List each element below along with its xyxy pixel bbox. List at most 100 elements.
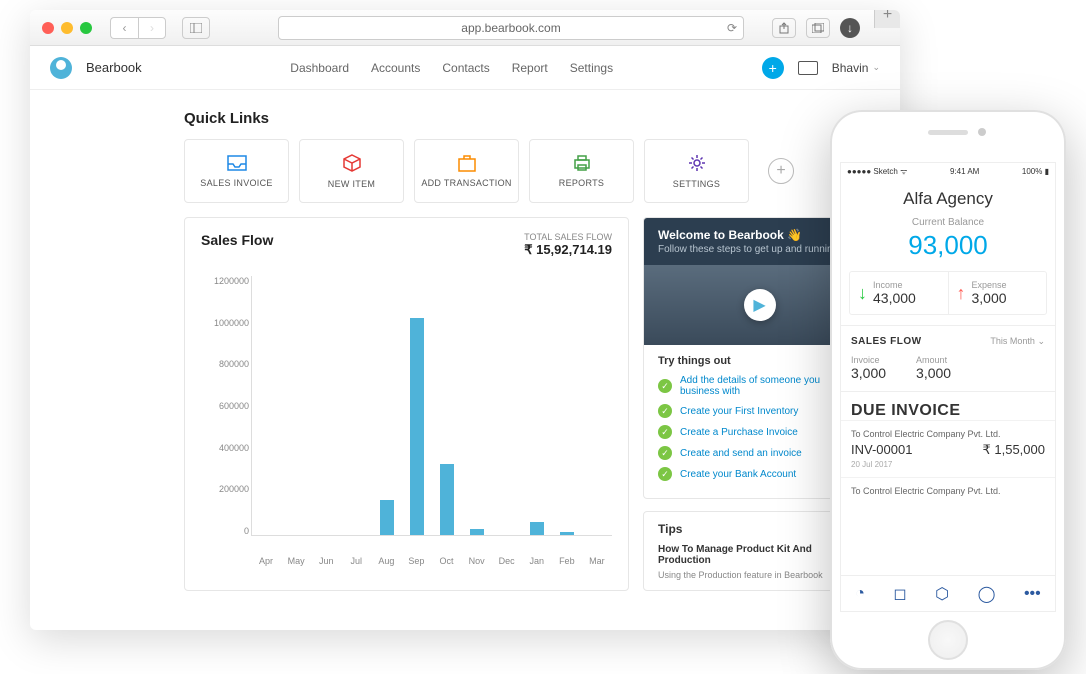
bar-jan — [522, 276, 552, 535]
phone-sales-filter[interactable]: This Month ⌄ — [990, 336, 1045, 347]
x-label: Jan — [522, 556, 552, 566]
refresh-icon[interactable]: ⟳ — [727, 21, 737, 35]
phone-due-invoice: DUE INVOICE — [841, 391, 1055, 420]
bar-nov — [462, 276, 492, 535]
nav-accounts[interactable]: Accounts — [371, 61, 420, 75]
sales-flow-card: Sales Flow TOTAL SALES FLOW ₹ 15,92,714.… — [184, 217, 629, 591]
sidebar-toggle-button[interactable] — [182, 17, 210, 39]
new-tab-button[interactable]: + — [874, 10, 900, 28]
close-window-button[interactable] — [42, 22, 54, 34]
share-icon — [779, 22, 789, 34]
x-label: May — [281, 556, 311, 566]
nav-contacts[interactable]: Contacts — [442, 61, 489, 75]
quick-link-label: ADD TRANSACTION — [421, 178, 511, 188]
user-name-label: Bhavin — [832, 61, 869, 75]
nav-report[interactable]: Report — [512, 61, 548, 75]
quick-links-row: SALES INVOICE NEW ITEM ADD TRANSACTION R… — [184, 139, 876, 203]
expense-value: 3,000 — [972, 290, 1007, 306]
quick-link-add-transaction[interactable]: ADD TRANSACTION — [414, 139, 519, 203]
x-label: Apr — [251, 556, 281, 566]
maximize-window-button[interactable] — [80, 22, 92, 34]
bar-sep — [402, 276, 432, 535]
invoice-amount: ₹ 1,55,000 — [983, 442, 1046, 458]
quick-link-add[interactable]: + — [759, 139, 803, 203]
phone-time: 9:41 AM — [950, 167, 979, 176]
nav-dashboard[interactable]: Dashboard — [290, 61, 349, 75]
tabs-button[interactable] — [806, 18, 830, 38]
balance-label: Current Balance — [841, 217, 1055, 228]
bar-chart: 120000010000008000006000004000002000000 — [201, 276, 612, 556]
add-button[interactable]: + — [762, 57, 784, 79]
tab-more-icon[interactable]: ••• — [1024, 585, 1041, 603]
main-nav: Dashboard Accounts Contacts Report Setti… — [290, 61, 613, 75]
income-stat[interactable]: ↓ Income 43,000 — [850, 272, 949, 314]
balance-value: 93,000 — [841, 230, 1055, 261]
user-menu[interactable]: Bhavin ⌄ — [832, 61, 880, 75]
quick-link-reports[interactable]: REPORTS — [529, 139, 634, 203]
check-icon: ✓ — [658, 379, 672, 393]
bar-jun — [312, 276, 342, 535]
printer-icon — [572, 154, 592, 172]
bar-apr — [252, 276, 282, 535]
expense-stat[interactable]: ↑ Expense 3,000 — [949, 272, 1047, 314]
total-sales-value: ₹ 15,92,714.19 — [524, 242, 612, 258]
y-tick: 400000 — [201, 443, 249, 453]
phone-battery: 100% ▮ — [1022, 167, 1049, 176]
tab-inbox-icon[interactable]: ◻ — [893, 584, 906, 604]
expense-label: Expense — [972, 280, 1007, 290]
income-value: 43,000 — [873, 290, 916, 306]
agency-title: Alfa Agency — [841, 179, 1055, 209]
x-label: Sep — [401, 556, 431, 566]
bar — [470, 529, 484, 536]
bar-dec — [492, 276, 522, 535]
phone-mockup: ●●●●● Sketch ᯤ 9:41 AM 100% ▮ Alfa Agenc… — [830, 110, 1066, 670]
tab-box-icon[interactable]: ⬡ — [935, 584, 949, 604]
tab-dashboard-icon[interactable]: ◔ — [855, 585, 865, 603]
downloads-button[interactable]: ↓ — [840, 18, 860, 38]
quick-link-settings[interactable]: SETTINGS — [644, 139, 749, 203]
phone-amount-label: Amount — [916, 355, 951, 365]
check-icon: ✓ — [658, 425, 672, 439]
income-label: Income — [873, 280, 916, 290]
back-button[interactable]: ‹ — [110, 17, 138, 39]
nav-settings[interactable]: Settings — [570, 61, 613, 75]
minimize-window-button[interactable] — [61, 22, 73, 34]
phone-invoice-value: 3,000 — [851, 365, 886, 381]
x-label: Jun — [311, 556, 341, 566]
quick-link-sales-invoice[interactable]: SALES INVOICE — [184, 139, 289, 203]
app-header: Bearbook Dashboard Accounts Contacts Rep… — [30, 46, 900, 90]
app-name: Bearbook — [86, 60, 142, 75]
play-icon: ▶ — [744, 289, 776, 321]
try-item-label: Create a Purchase Invoice — [680, 427, 798, 438]
browser-toolbar: ‹ › app.bearbook.com ⟳ ↓ + — [30, 10, 900, 46]
bar-may — [282, 276, 312, 535]
tabs-icon — [812, 23, 824, 33]
phone-home-button[interactable] — [928, 620, 968, 660]
wifi-icon: ᯤ — [900, 167, 907, 176]
bar-feb — [552, 276, 582, 535]
invoice-item[interactable]: To Control Electric Company Pvt. Ltd. — [841, 477, 1055, 504]
forward-button[interactable]: › — [138, 17, 166, 39]
share-button[interactable] — [772, 18, 796, 38]
invoice-item[interactable]: To Control Electric Company Pvt. Ltd.INV… — [841, 420, 1055, 477]
phone-camera — [978, 128, 986, 136]
phone-status-bar: ●●●●● Sketch ᯤ 9:41 AM 100% ▮ — [841, 163, 1055, 179]
phone-amount-value: 3,000 — [916, 365, 951, 381]
invoice-date: 20 Jul 2017 — [851, 460, 1045, 469]
quick-link-label: NEW ITEM — [328, 179, 375, 189]
invoice-to: To Control Electric Company Pvt. Ltd. — [851, 429, 1045, 439]
quick-link-new-item[interactable]: NEW ITEM — [299, 139, 404, 203]
check-icon: ✓ — [658, 404, 672, 418]
y-tick: 800000 — [201, 359, 249, 369]
tab-user-icon[interactable]: ◯ — [978, 584, 996, 604]
arrow-up-icon: ↑ — [957, 283, 966, 304]
bar — [560, 532, 574, 535]
phone-screen: ●●●●● Sketch ᯤ 9:41 AM 100% ▮ Alfa Agenc… — [840, 162, 1056, 612]
keyboard-shortcuts-icon[interactable] — [798, 61, 818, 75]
address-bar[interactable]: app.bearbook.com ⟳ — [278, 16, 744, 40]
phone-sales-flow-title: SALES FLOW — [851, 336, 922, 347]
phone-invoice-label: Invoice — [851, 355, 886, 365]
quick-link-label: SALES INVOICE — [200, 178, 272, 188]
dashboard-content: Quick Links SALES INVOICE NEW ITEM ADD T… — [30, 90, 900, 607]
chevron-down-icon: ⌄ — [872, 62, 880, 73]
